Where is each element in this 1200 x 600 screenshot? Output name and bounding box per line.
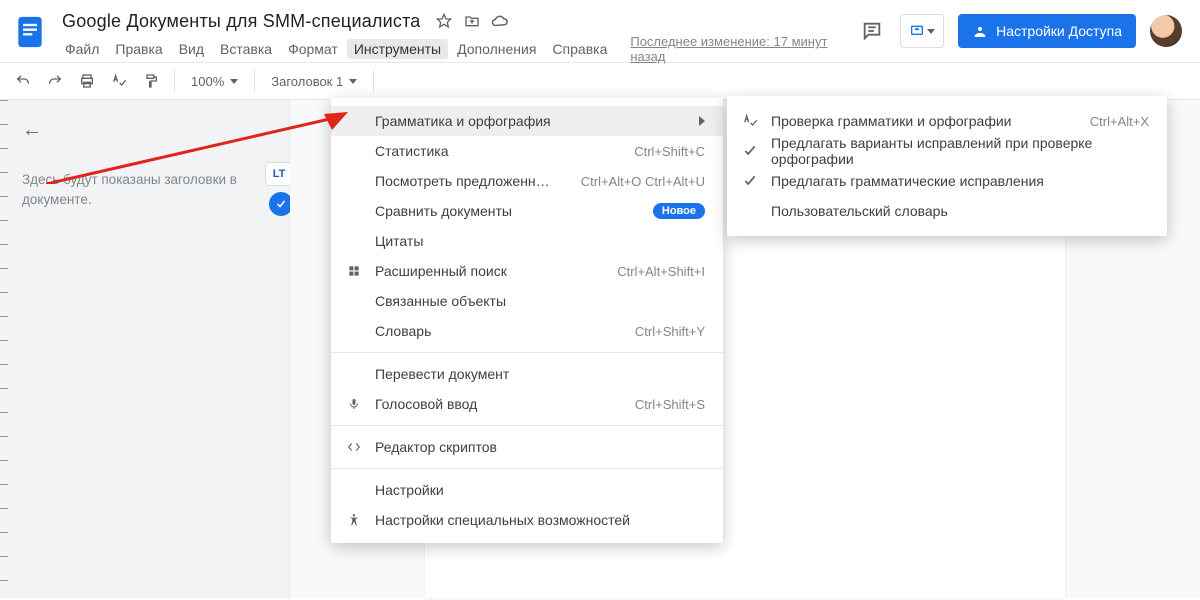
zoom-value: 100%: [191, 74, 224, 89]
vertical-ruler: [0, 100, 8, 598]
submenu-arrow-icon: [699, 116, 705, 126]
menu-label: Предлагать грамматические исправления: [771, 173, 1149, 189]
tools-item-compare[interactable]: Сравнить документы Новое: [331, 196, 723, 226]
new-badge: Новое: [653, 203, 705, 219]
menu-shortcut: Ctrl+Alt+Shift+I: [617, 264, 705, 279]
menu-label: Редактор скриптов: [375, 439, 705, 455]
spellcheck-icon[interactable]: [106, 68, 132, 94]
menu-label: Грамматика и орфография: [375, 113, 679, 129]
menu-label: Настройки специальных возможностей: [375, 512, 705, 528]
comments-icon[interactable]: [858, 17, 886, 45]
tools-item-dictionary[interactable]: Словарь Ctrl+Shift+Y: [331, 316, 723, 346]
separator: [174, 70, 175, 92]
menu-label: Голосовой ввод: [375, 396, 611, 412]
toolbar: 100% Заголовок 1: [0, 62, 1200, 100]
divider: [331, 468, 723, 469]
divider: [331, 425, 723, 426]
menu-shortcut: Ctrl+Shift+S: [635, 397, 705, 412]
print-icon[interactable]: [74, 68, 100, 94]
menu-label: Перевести документ: [375, 366, 705, 382]
tools-item-explore[interactable]: Расширенный поиск Ctrl+Alt+Shift+I: [331, 256, 723, 286]
submenu-suggest-spelling[interactable]: Предлагать варианты исправлений при пров…: [727, 136, 1167, 166]
menu-bar: Файл Правка Вид Вставка Формат Инструмен…: [58, 36, 858, 62]
tools-item-script-editor[interactable]: Редактор скриптов: [331, 432, 723, 462]
script-editor-icon: [345, 438, 363, 456]
menu-tools[interactable]: Инструменты: [347, 39, 448, 59]
redo-icon[interactable]: [42, 68, 68, 94]
submenu-personal-dictionary[interactable]: Пользовательский словарь: [727, 196, 1167, 226]
tools-item-review-edits[interactable]: Посмотреть предложенные правки Ctrl+Alt+…: [331, 166, 723, 196]
microphone-icon: [345, 395, 363, 413]
explore-icon: [345, 262, 363, 280]
menu-shortcut: Ctrl+Shift+C: [634, 144, 705, 159]
menu-insert[interactable]: Вставка: [213, 39, 279, 59]
outline-placeholder: Здесь будут показаны заголовки в докумен…: [22, 170, 267, 211]
cloud-status-icon[interactable]: [491, 12, 509, 30]
chevron-down-icon: [349, 79, 357, 84]
check-icon: [741, 172, 759, 190]
tools-dropdown: Грамматика и орфография Статистика Ctrl+…: [331, 98, 723, 543]
menu-shortcut: Ctrl+Shift+Y: [635, 324, 705, 339]
tools-item-preferences[interactable]: Настройки: [331, 475, 723, 505]
present-button[interactable]: [900, 14, 944, 48]
languagetool-badge[interactable]: LT: [265, 162, 293, 186]
submenu-suggest-grammar[interactable]: Предлагать грамматические исправления: [727, 166, 1167, 196]
share-button[interactable]: Настройки Доступа: [958, 14, 1136, 48]
tools-item-citations[interactable]: Цитаты: [331, 226, 723, 256]
menu-label: Связанные объекты: [375, 293, 705, 309]
share-button-label: Настройки Доступа: [996, 23, 1122, 39]
zoom-selector[interactable]: 100%: [185, 74, 244, 89]
chevron-down-icon: [230, 79, 238, 84]
menu-shortcut: Ctrl+Alt+X: [1090, 114, 1149, 129]
menu-edit[interactable]: Правка: [108, 39, 169, 59]
move-folder-icon[interactable]: [463, 12, 481, 30]
menu-addons[interactable]: Дополнения: [450, 39, 543, 59]
spellcheck-a-icon: [741, 112, 759, 130]
style-value: Заголовок 1: [271, 74, 343, 89]
menu-view[interactable]: Вид: [172, 39, 211, 59]
menu-label: Посмотреть предложенные правки: [375, 173, 557, 189]
accessibility-icon: [345, 511, 363, 529]
menu-label: Цитаты: [375, 233, 705, 249]
menu-label: Расширенный поиск: [375, 263, 593, 279]
menu-label: Сравнить документы: [375, 203, 641, 219]
document-title[interactable]: Google Документы для SMM-специалиста: [58, 11, 425, 32]
last-edit-link[interactable]: Последнее изменение: 17 минут назад: [630, 34, 858, 64]
divider: [331, 352, 723, 353]
tools-item-voice[interactable]: Голосовой ввод Ctrl+Shift+S: [331, 389, 723, 419]
menu-label: Пользовательский словарь: [771, 203, 1149, 219]
menu-label: Словарь: [375, 323, 611, 339]
collapse-outline-icon[interactable]: ←: [22, 118, 42, 142]
chevron-down-icon: [927, 29, 935, 34]
docs-logo-icon[interactable]: [12, 8, 48, 56]
outline-panel: ← Здесь будут показаны заголовки в докум…: [0, 100, 290, 598]
tools-item-wordcount[interactable]: Статистика Ctrl+Shift+C: [331, 136, 723, 166]
user-avatar[interactable]: [1150, 15, 1182, 47]
tools-item-linked[interactable]: Связанные объекты: [331, 286, 723, 316]
star-icon[interactable]: [435, 12, 453, 30]
paint-format-icon[interactable]: [138, 68, 164, 94]
tools-item-accessibility[interactable]: Настройки специальных возможностей: [331, 505, 723, 535]
menu-label: Проверка грамматики и орфографии: [771, 113, 1078, 129]
submenu-check-spelling[interactable]: Проверка грамматики и орфографии Ctrl+Al…: [727, 106, 1167, 136]
menu-label: Предлагать варианты исправлений при пров…: [771, 135, 1149, 167]
menu-label: Настройки: [375, 482, 705, 498]
menu-label: Статистика: [375, 143, 610, 159]
spelling-submenu: Проверка грамматики и орфографии Ctrl+Al…: [727, 96, 1167, 236]
tools-item-spelling[interactable]: Грамматика и орфография: [331, 106, 723, 136]
undo-icon[interactable]: [10, 68, 36, 94]
separator: [254, 70, 255, 92]
menu-help[interactable]: Справка: [545, 39, 614, 59]
style-selector[interactable]: Заголовок 1: [265, 74, 363, 89]
menu-shortcut: Ctrl+Alt+O Ctrl+Alt+U: [581, 174, 705, 189]
check-icon: [741, 142, 759, 160]
separator: [373, 70, 374, 92]
tools-item-translate[interactable]: Перевести документ: [331, 359, 723, 389]
menu-format[interactable]: Формат: [281, 39, 345, 59]
menu-file[interactable]: Файл: [58, 39, 106, 59]
